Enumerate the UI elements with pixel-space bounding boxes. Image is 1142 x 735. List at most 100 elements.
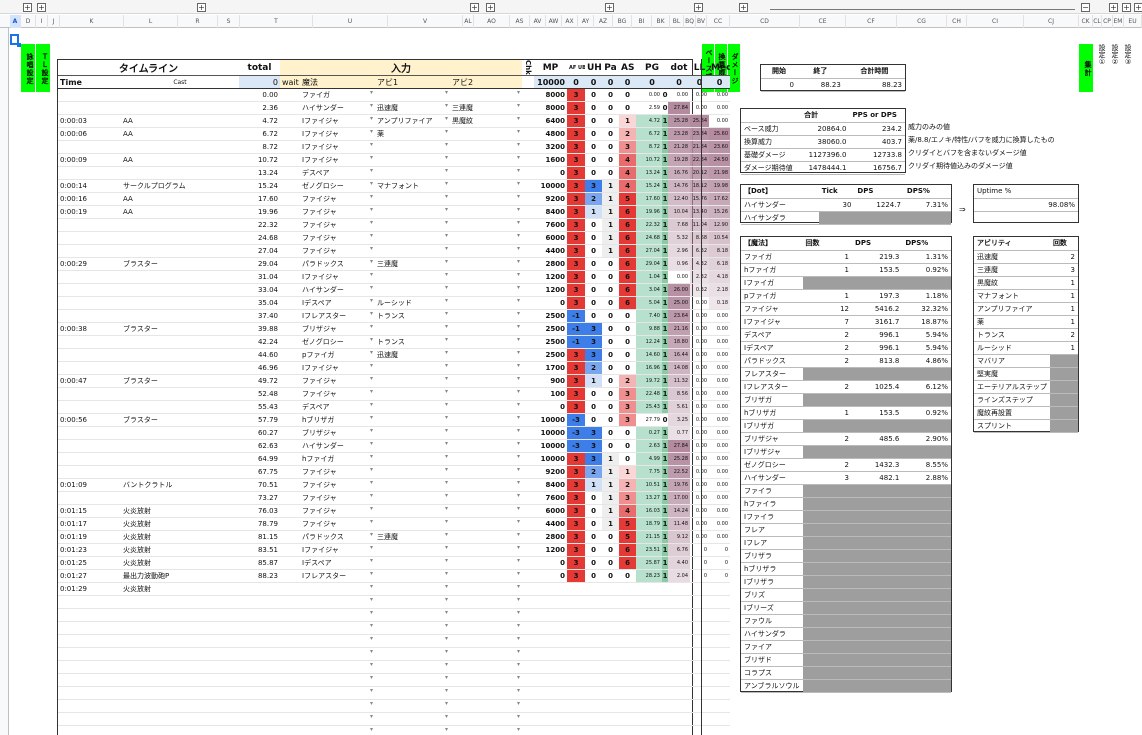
ability1-select[interactable]: [375, 88, 450, 102]
wait-cell[interactable]: [280, 478, 300, 492]
ability2-select[interactable]: [450, 309, 522, 323]
ability1-select[interactable]: [375, 543, 450, 557]
empty-select[interactable]: [300, 660, 375, 674]
ability2-select[interactable]: 三連魔: [450, 101, 522, 115]
expand-group-icon[interactable]: +: [470, 3, 479, 12]
skill-select[interactable]: ファイジャ: [300, 465, 375, 479]
column-header-j[interactable]: J: [48, 15, 60, 28]
column-header-ax[interactable]: AX: [562, 15, 578, 28]
wait-cell[interactable]: [280, 244, 300, 258]
skill-select[interactable]: Iファイジャ: [300, 153, 375, 167]
ability2-select[interactable]: [450, 153, 522, 167]
column-header-ao[interactable]: AO: [474, 15, 510, 28]
ability1-select[interactable]: [375, 504, 450, 518]
ability2-select[interactable]: [450, 413, 522, 427]
skill-select[interactable]: Iファイジャ: [300, 543, 375, 557]
expand-group-icon[interactable]: +: [694, 3, 703, 12]
wait-cell[interactable]: [280, 374, 300, 388]
empty-select[interactable]: [375, 660, 450, 674]
column-header-cj[interactable]: CJ: [1024, 15, 1079, 28]
ability1-select[interactable]: [375, 322, 450, 336]
skill-select[interactable]: ゼノグロシー: [300, 179, 375, 193]
ability2-select[interactable]: [450, 361, 522, 375]
ability2-select[interactable]: [450, 166, 522, 180]
wait-cell[interactable]: [280, 582, 300, 596]
empty-select[interactable]: [300, 699, 375, 713]
wait-cell[interactable]: [280, 426, 300, 440]
wait-cell[interactable]: [280, 439, 300, 453]
ability2-select[interactable]: [450, 283, 522, 297]
skill-select[interactable]: パラドックス: [300, 257, 375, 271]
skill-select[interactable]: ファイジャ: [300, 491, 375, 505]
ability2-select[interactable]: [450, 491, 522, 505]
wait-cell[interactable]: [280, 296, 300, 310]
ability2-select[interactable]: [450, 140, 522, 154]
empty-select[interactable]: [375, 647, 450, 661]
column-header-a[interactable]: A: [10, 15, 21, 28]
expand-group-icon[interactable]: +: [1109, 3, 1118, 12]
ability1-select[interactable]: [375, 283, 450, 297]
skill-select[interactable]: パラドックス: [300, 530, 375, 544]
empty-select[interactable]: [450, 621, 522, 635]
wait-cell[interactable]: [280, 517, 300, 531]
wait-cell[interactable]: [280, 231, 300, 245]
setting-3-label[interactable]: 設定③: [1123, 44, 1133, 84]
selected-cell[interactable]: [10, 34, 21, 47]
ability2-select[interactable]: [450, 517, 522, 531]
column-header-al[interactable]: AL: [463, 15, 474, 28]
skill-select[interactable]: hファイガ: [300, 452, 375, 466]
ability2-select[interactable]: [450, 582, 522, 596]
empty-select[interactable]: [450, 712, 522, 726]
wait-cell[interactable]: [280, 322, 300, 336]
ability2-select[interactable]: [450, 205, 522, 219]
wait-cell[interactable]: [280, 348, 300, 362]
skill-select[interactable]: ファイジャ: [300, 478, 375, 492]
wait-cell[interactable]: [280, 452, 300, 466]
empty-select[interactable]: [300, 608, 375, 622]
wait-cell[interactable]: [280, 556, 300, 570]
expand-group-icon[interactable]: +: [37, 3, 46, 12]
wait-cell[interactable]: [280, 257, 300, 271]
skill-select[interactable]: ファイジャ: [300, 244, 375, 258]
ability2-select[interactable]: [450, 296, 522, 310]
column-header-eu[interactable]: EU: [1124, 15, 1142, 28]
ability1-select[interactable]: [375, 582, 450, 596]
skill-select[interactable]: ファイジャ: [300, 218, 375, 232]
ability1-select[interactable]: [375, 465, 450, 479]
skill-select[interactable]: ブリザジャ: [300, 426, 375, 440]
column-header-aw[interactable]: AW: [546, 15, 562, 28]
wait-cell[interactable]: [280, 166, 300, 180]
column-header-ck[interactable]: CK: [1079, 15, 1093, 28]
column-header-bl[interactable]: BL: [670, 15, 684, 28]
ability1-select[interactable]: [375, 361, 450, 375]
wait-cell[interactable]: [280, 491, 300, 505]
column-header-ci[interactable]: CI: [967, 15, 1024, 28]
empty-select[interactable]: [450, 647, 522, 661]
skill-select[interactable]: Iデスペア: [300, 296, 375, 310]
ability2-select[interactable]: [450, 504, 522, 518]
wait-cell[interactable]: [280, 153, 300, 167]
ability2-select[interactable]: [450, 231, 522, 245]
skill-select[interactable]: Iファイジャ: [300, 140, 375, 154]
column-header-ce[interactable]: CE: [800, 15, 846, 28]
wait-cell[interactable]: [280, 335, 300, 349]
column-header-as[interactable]: AS: [510, 15, 530, 28]
wait-cell[interactable]: [280, 179, 300, 193]
cast-setting-label[interactable]: 詠唱設定: [21, 44, 35, 92]
column-header-cf[interactable]: CF: [846, 15, 897, 28]
ability2-select[interactable]: [450, 387, 522, 401]
wait-cell[interactable]: [280, 127, 300, 141]
ability1-select[interactable]: [375, 374, 450, 388]
column-header-l[interactable]: L: [124, 15, 178, 28]
ability1-select[interactable]: [375, 140, 450, 154]
skill-select[interactable]: ファイジャ: [300, 504, 375, 518]
empty-select[interactable]: [450, 673, 522, 687]
expand-group-icon[interactable]: +: [739, 3, 748, 12]
skill-select[interactable]: Iファイジャ: [300, 361, 375, 375]
skill-select[interactable]: ファイジャ: [300, 387, 375, 401]
ability1-select[interactable]: [375, 426, 450, 440]
column-header-cd[interactable]: CD: [730, 15, 800, 28]
column-header-bv[interactable]: BV: [696, 15, 707, 28]
ability1-select[interactable]: アンプリファイア: [375, 114, 450, 128]
totals-label[interactable]: 集計: [1079, 44, 1093, 92]
